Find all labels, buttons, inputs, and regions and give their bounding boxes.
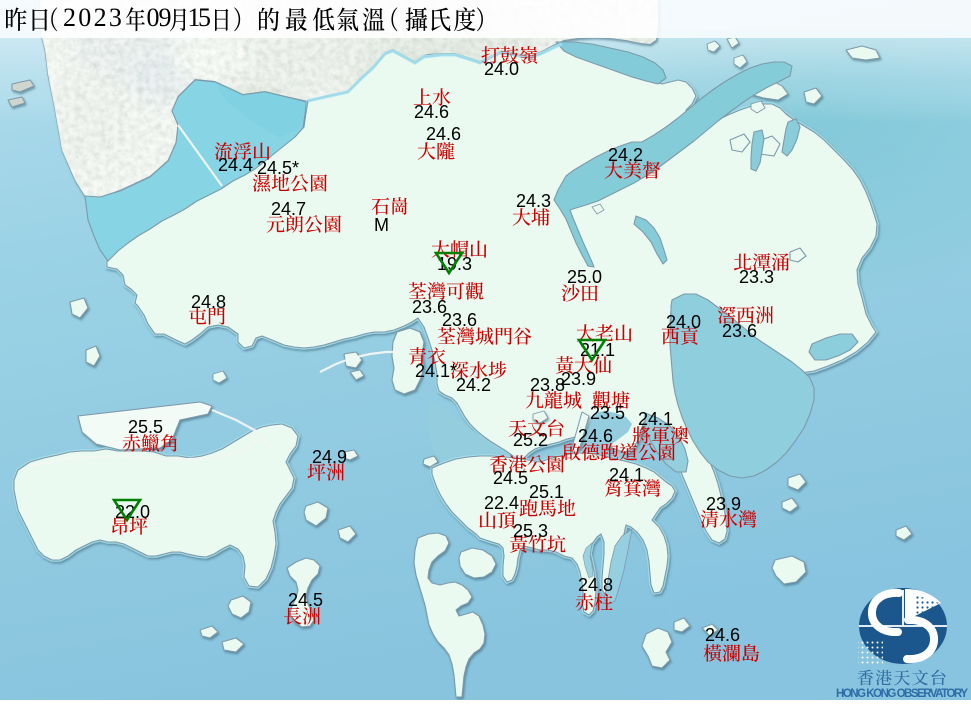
svg-text:25.3: 25.3	[513, 521, 548, 541]
svg-text:24.5: 24.5	[493, 468, 528, 488]
svg-text:24.1*: 24.1*	[415, 361, 457, 381]
svg-text:25.1: 25.1	[529, 482, 564, 502]
svg-text:24.6: 24.6	[705, 625, 740, 645]
svg-text:23.8: 23.8	[530, 375, 565, 395]
svg-text:23.9: 23.9	[706, 494, 741, 514]
svg-text:24.6: 24.6	[578, 426, 613, 446]
svg-text:24.8: 24.8	[578, 575, 613, 595]
svg-text:24.6: 24.6	[426, 124, 461, 144]
svg-text:24.5*: 24.5*	[257, 158, 299, 178]
svg-text:24.3: 24.3	[516, 191, 551, 211]
svg-text:25.2: 25.2	[513, 430, 548, 450]
svg-text:24.1: 24.1	[638, 409, 673, 429]
svg-text:25.0: 25.0	[567, 267, 602, 287]
svg-text:23.9: 23.9	[561, 369, 596, 389]
svg-text:24.0: 24.0	[666, 312, 701, 332]
svg-text:23.6: 23.6	[442, 310, 477, 330]
svg-text:M: M	[374, 215, 389, 235]
svg-text:24.1: 24.1	[609, 465, 644, 485]
svg-text:24.6: 24.6	[414, 102, 449, 122]
svg-text:24.5: 24.5	[288, 590, 323, 610]
svg-text:24.8: 24.8	[191, 292, 226, 312]
svg-text:24.2: 24.2	[608, 145, 643, 165]
svg-text:24.9: 24.9	[312, 447, 347, 467]
svg-text:22.4: 22.4	[484, 493, 519, 513]
svg-text:23.3: 23.3	[739, 267, 774, 287]
svg-text:23.6: 23.6	[722, 321, 757, 341]
svg-text:24.0: 24.0	[484, 59, 519, 79]
svg-text:24.2: 24.2	[456, 375, 491, 395]
svg-text:24.7: 24.7	[271, 199, 306, 219]
svg-text:25.5: 25.5	[128, 417, 163, 437]
svg-text:HONG KONG OBSERVATORY: HONG KONG OBSERVATORY	[836, 688, 968, 700]
svg-text:24.4: 24.4	[218, 155, 253, 175]
svg-text:23.5: 23.5	[590, 403, 625, 423]
